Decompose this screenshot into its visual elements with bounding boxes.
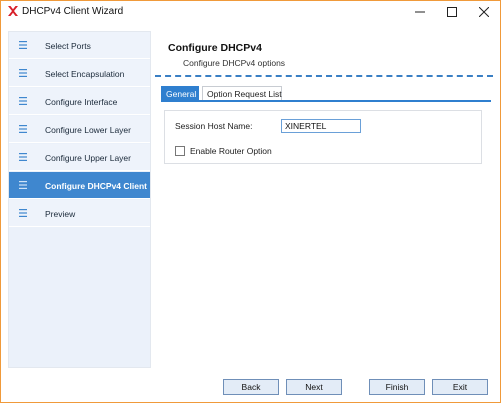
sidebar-item-label: Select Ports — [45, 41, 91, 51]
header-divider — [155, 75, 493, 77]
sidebar-item-select-encapsulation[interactable]: Select Encapsulation — [9, 60, 150, 87]
wizard-steps-sidebar: Select Ports Select Encapsulation Config… — [8, 31, 151, 368]
list-icon — [19, 209, 27, 217]
close-icon — [479, 7, 489, 17]
sidebar-item-label: Configure Lower Layer — [45, 125, 131, 135]
list-icon — [19, 41, 27, 49]
sidebar-item-select-ports[interactable]: Select Ports — [9, 32, 150, 59]
minimize-icon — [415, 11, 425, 13]
list-icon — [19, 69, 27, 77]
tab-general[interactable]: General — [161, 86, 199, 100]
sidebar-item-configure-interface[interactable]: Configure Interface — [9, 88, 150, 115]
list-icon — [19, 125, 27, 133]
red-x-logo-icon — [8, 6, 18, 16]
list-icon — [19, 181, 27, 189]
next-button[interactable]: Next — [286, 379, 342, 395]
sidebar-item-preview[interactable]: Preview — [9, 200, 150, 227]
minimize-button[interactable] — [404, 1, 436, 23]
maximize-button[interactable] — [436, 1, 468, 23]
session-host-input[interactable] — [281, 119, 361, 133]
wizard-window: DHCPv4 Client Wizard Select Ports Select… — [0, 0, 501, 403]
window-title: DHCPv4 Client Wizard — [22, 6, 124, 17]
sidebar-item-label: Configure Interface — [45, 97, 118, 107]
close-button[interactable] — [468, 1, 500, 23]
page-title: Configure DHCPv4 — [168, 42, 262, 54]
enable-router-option-checkbox[interactable] — [175, 146, 185, 156]
sidebar-item-configure-dhcpv4-client[interactable]: Configure DHCPv4 Client — [9, 172, 150, 199]
enable-router-option-label[interactable]: Enable Router Option — [190, 146, 272, 156]
list-icon — [19, 153, 27, 161]
maximize-icon — [447, 7, 457, 17]
list-icon — [19, 97, 27, 105]
page-subtitle: Configure DHCPv4 options — [183, 58, 286, 68]
exit-button[interactable]: Exit — [432, 379, 488, 395]
title-bar[interactable]: DHCPv4 Client Wizard — [1, 1, 500, 23]
session-host-label: Session Host Name: — [175, 121, 253, 131]
sidebar-item-label: Preview — [45, 209, 76, 219]
sidebar-item-configure-upper-layer[interactable]: Configure Upper Layer — [9, 144, 150, 171]
sidebar-item-label: Select Encapsulation — [45, 69, 125, 79]
sidebar-item-label: Configure DHCPv4 Client — [45, 181, 148, 191]
tab-option-request-list[interactable]: Option Request List — [202, 86, 282, 100]
tab-underline — [161, 100, 491, 102]
sidebar-item-label: Configure Upper Layer — [45, 153, 131, 163]
finish-button[interactable]: Finish — [369, 379, 425, 395]
general-tab-content: Session Host Name: Enable Router Option — [164, 110, 482, 164]
back-button[interactable]: Back — [223, 379, 279, 395]
main-panel: Configure DHCPv4 Configure DHCPv4 option… — [152, 31, 493, 368]
sidebar-item-configure-lower-layer[interactable]: Configure Lower Layer — [9, 116, 150, 143]
